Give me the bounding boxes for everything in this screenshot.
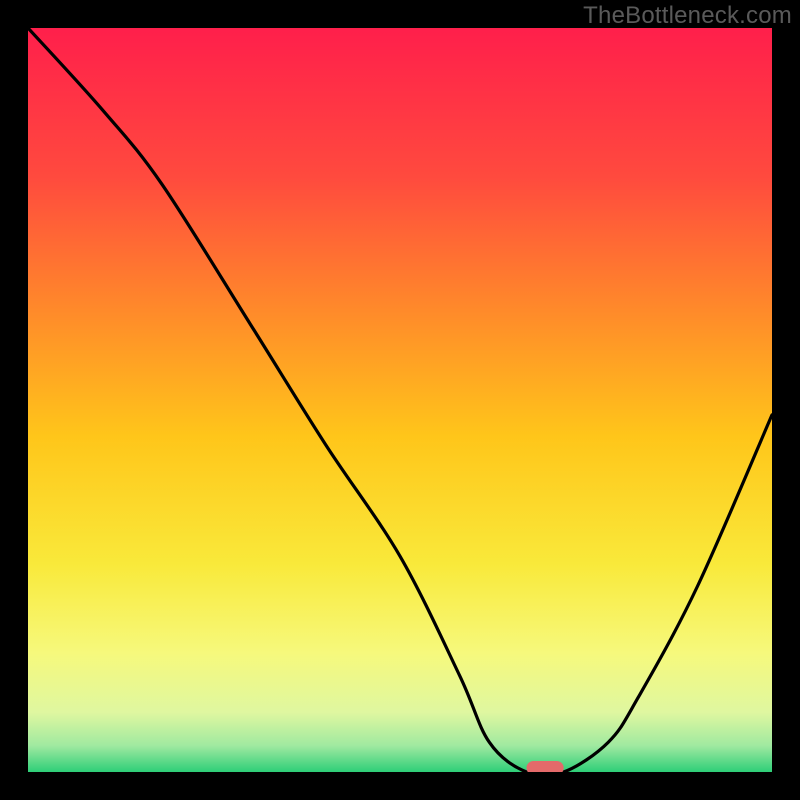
plot-area — [28, 28, 772, 772]
chart-container: TheBottleneck.com — [0, 0, 800, 800]
watermark-label: TheBottleneck.com — [583, 2, 792, 30]
chart-svg — [28, 28, 772, 772]
sweet-spot-marker — [527, 761, 564, 772]
